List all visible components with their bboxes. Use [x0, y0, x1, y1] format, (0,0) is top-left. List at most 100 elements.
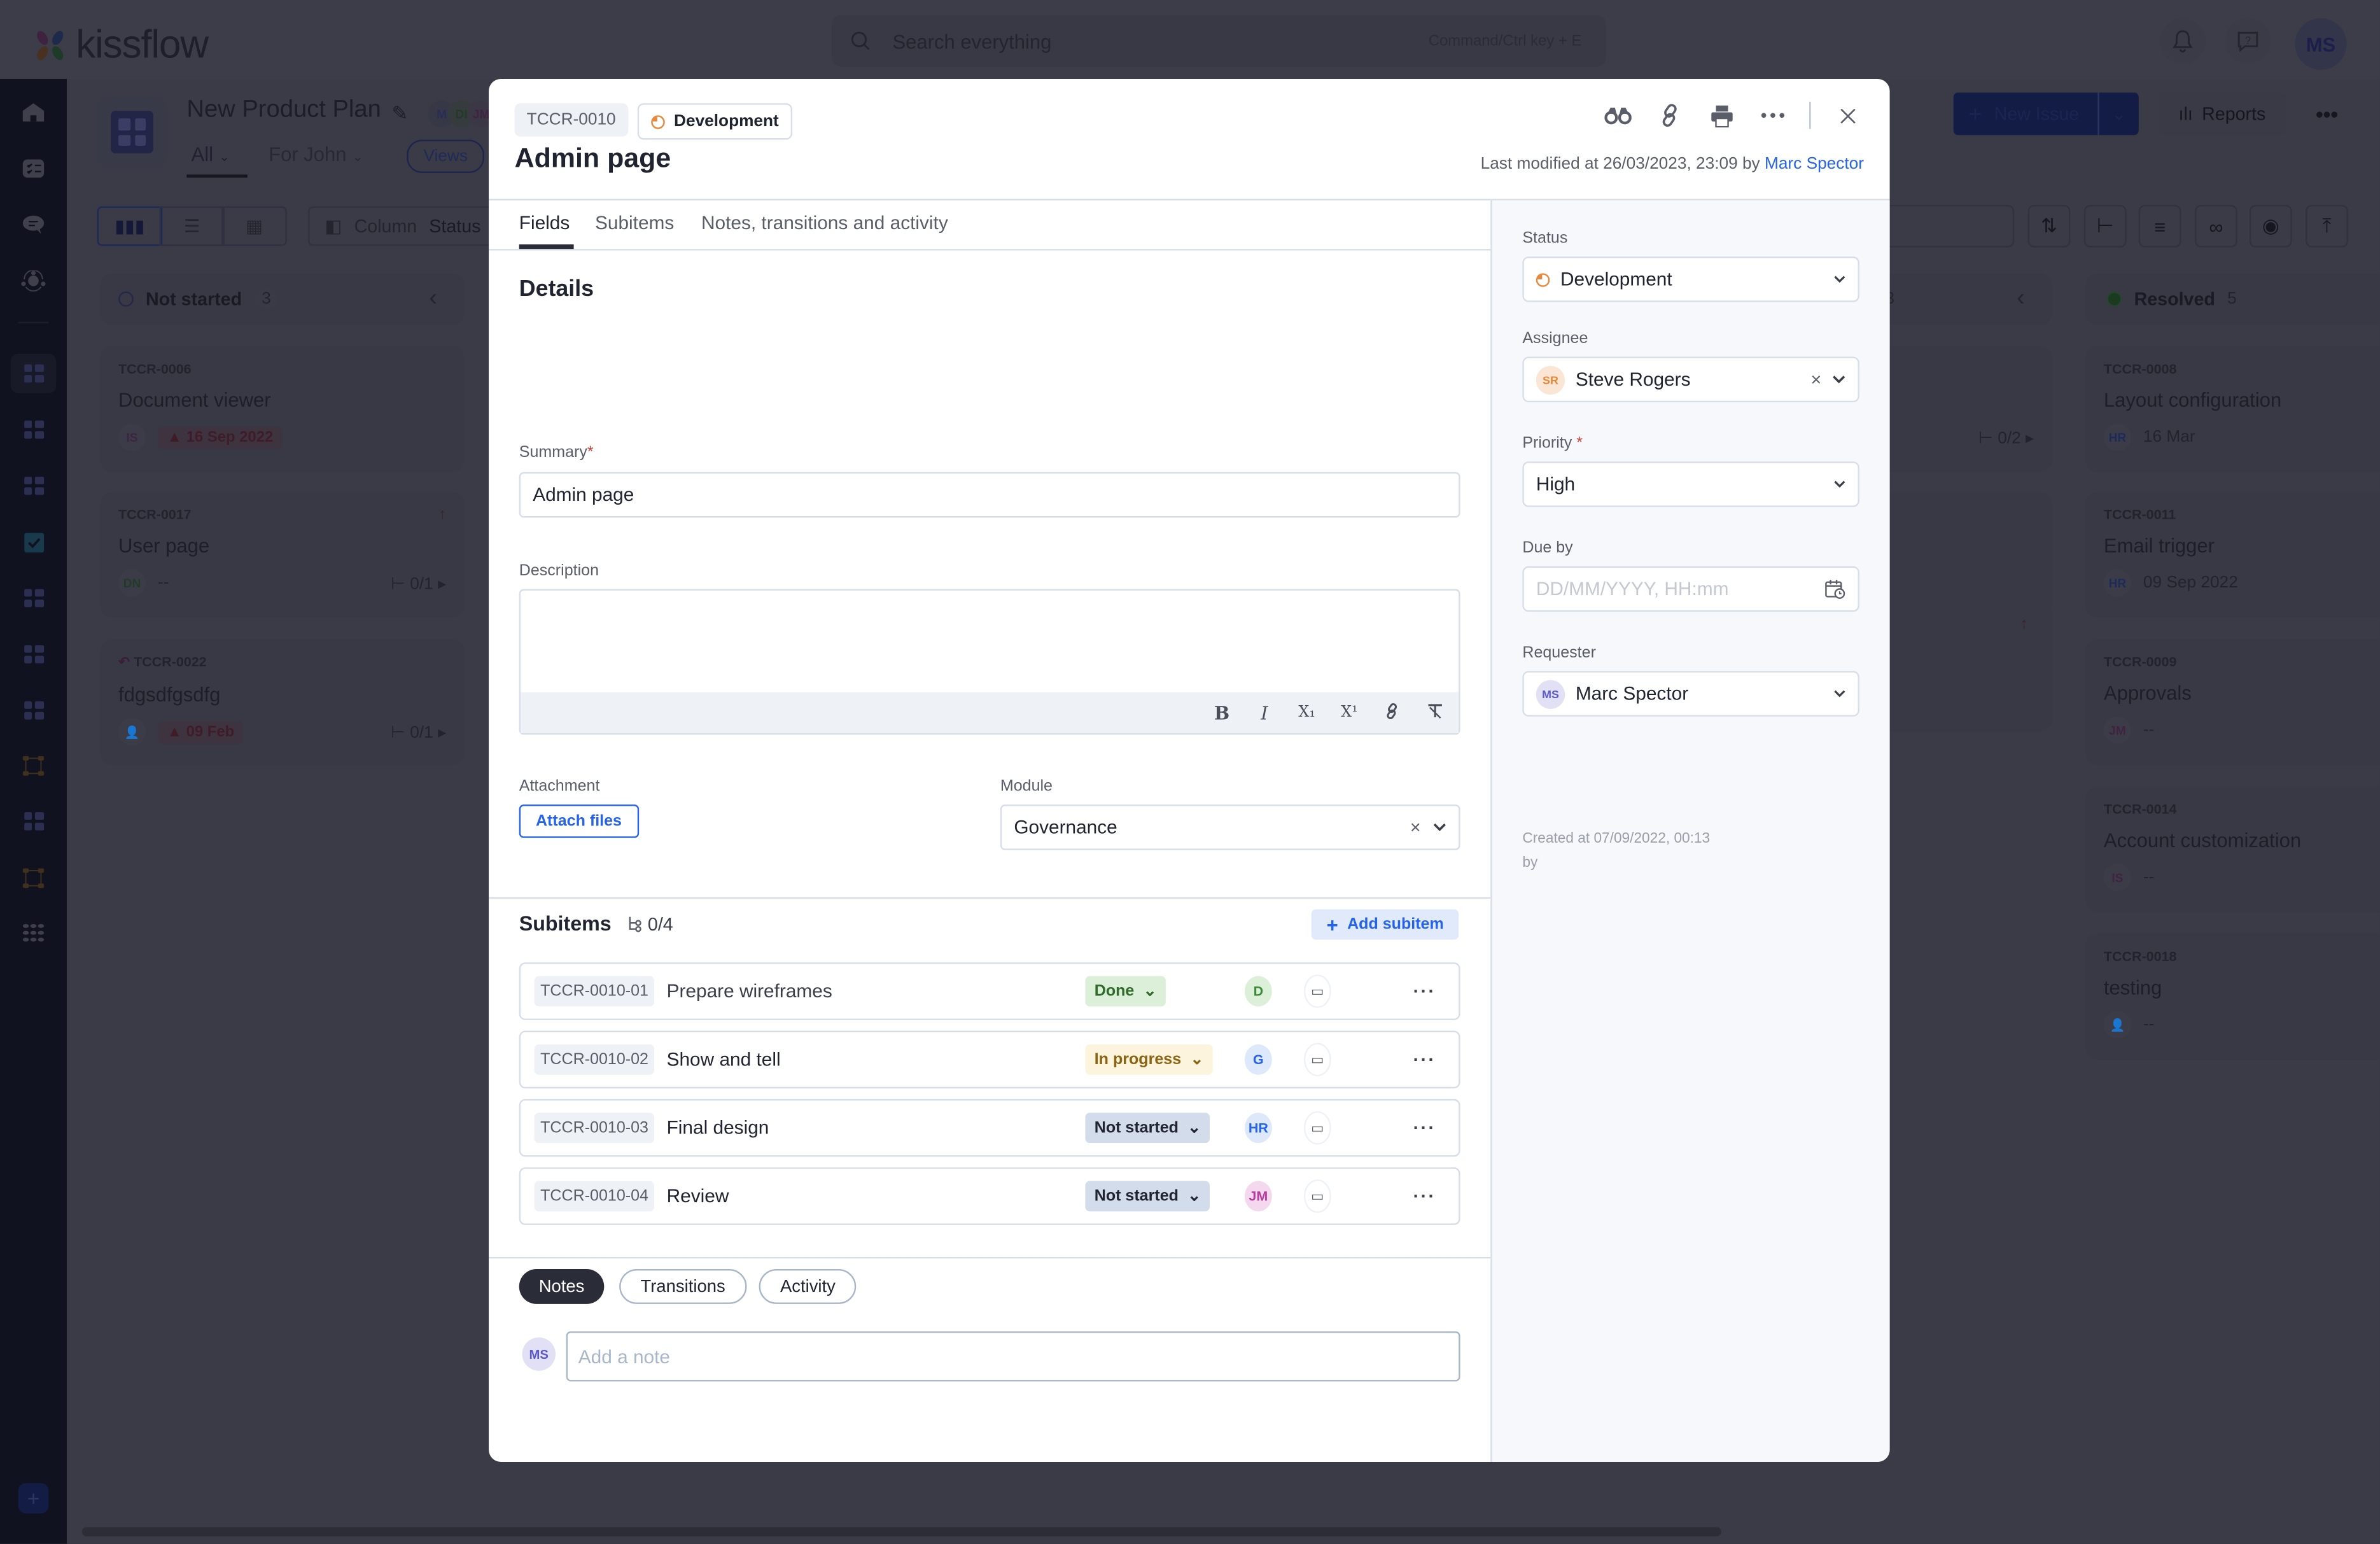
subitem-name[interactable]: Show and tell — [667, 1049, 781, 1070]
subitem-due-button[interactable]: ▭ — [1303, 1179, 1331, 1213]
subitem-assignee-avatar[interactable]: JM — [1244, 1181, 1272, 1212]
sidebar-add-button[interactable]: + — [18, 1483, 49, 1514]
column-header[interactable]: Not started 3 ‹ — [100, 273, 465, 325]
calendar-clock-icon[interactable] — [1824, 579, 1845, 600]
kissflow-logo[interactable]: kissflow — [33, 21, 209, 68]
board-card[interactable]: ↶ TCCR-0022 fdgsdfgsdfg 👤 ▲ 09 Feb ⊢ 0/1 ▸ — [100, 639, 465, 766]
module-select[interactable]: Governance × — [1000, 804, 1460, 850]
reports-button[interactable]: ılı Reports — [2158, 92, 2286, 136]
board-card[interactable]: TCCR-0018 testing 👤 -- — [2085, 933, 2380, 1060]
new-issue-dropdown[interactable]: ⌄ — [2097, 92, 2138, 136]
close-modal-button[interactable] — [1832, 100, 1863, 130]
bold-button[interactable]: B — [1213, 702, 1231, 723]
collapse-icon[interactable]: ‹ — [2017, 285, 2025, 312]
subitem-row[interactable]: TCCR-0010-01 Prepare wireframes Done ⌄ D … — [519, 962, 1460, 1020]
subitem-more-button[interactable]: ··· — [1413, 981, 1436, 1002]
tab-subitems[interactable]: Subitems — [595, 213, 674, 234]
subitems-toggle-button[interactable]: ⊢ — [2083, 205, 2127, 248]
board-card[interactable]: TCCR-0006 Document viewer IS ▲ 16 Sep 202… — [100, 346, 465, 472]
status-select[interactable]: Development — [1522, 256, 1859, 302]
subitem-status-dropdown[interactable]: Not started ⌄ — [1085, 1112, 1210, 1144]
insert-link-button[interactable] — [1383, 702, 1401, 723]
copy-link-button[interactable] — [1655, 100, 1685, 130]
clear-icon[interactable]: × — [1811, 369, 1822, 390]
export-button[interactable]: ⤒ — [2306, 205, 2348, 248]
sidebar-item-checklist[interactable] — [15, 524, 52, 560]
sidebar-item-all-apps[interactable] — [15, 914, 52, 950]
tab-all[interactable]: All ⌄ — [192, 143, 230, 165]
views-button[interactable]: Views — [407, 139, 485, 173]
attach-files-button[interactable]: Attach files — [519, 804, 639, 838]
sidebar-item-board[interactable] — [15, 411, 52, 447]
transitions-tab[interactable]: Transitions — [619, 1269, 747, 1304]
sidebar-item-community[interactable] — [15, 263, 52, 299]
view-list-button[interactable]: ☰ — [159, 206, 225, 246]
subitem-status-dropdown[interactable]: Done ⌄ — [1085, 976, 1166, 1007]
find-button[interactable] — [1603, 100, 1634, 130]
subitem-assignee-avatar[interactable]: G — [1244, 1044, 1272, 1075]
subitem-name[interactable]: Prepare wireframes — [667, 981, 832, 1002]
subitem-row[interactable]: TCCR-0010-04 Review Not started ⌄ JM ▭ ··… — [519, 1167, 1460, 1225]
sidebar-item-board[interactable] — [15, 636, 52, 672]
priority-select[interactable]: High — [1522, 461, 1859, 507]
collapse-icon[interactable]: ‹ — [429, 285, 437, 312]
column-selector[interactable]: ◧ Column Status — [308, 206, 498, 246]
due-by-input[interactable]: DD/MM/YYYY, HH:mm — [1522, 566, 1859, 612]
sidebar-item-tasks[interactable] — [15, 150, 52, 186]
assignee-select[interactable]: SR Steve Rogers × — [1522, 356, 1859, 403]
subitem-more-button[interactable]: ··· — [1413, 1049, 1436, 1070]
subitem-row[interactable]: TCCR-0010-02 Show and tell In progress ⌄ … — [519, 1030, 1460, 1089]
global-search[interactable]: Search everything Command/Ctrl key + E — [832, 15, 1606, 67]
subitem-assignee-avatar[interactable]: D — [1244, 976, 1272, 1007]
last-modified-user-link[interactable]: Marc Spector — [1765, 155, 1864, 173]
subitem-status-dropdown[interactable]: Not started ⌄ — [1085, 1181, 1210, 1212]
subitem-due-button[interactable]: ▭ — [1303, 974, 1331, 1008]
user-avatar[interactable]: MS — [2295, 18, 2347, 70]
board-members[interactable]: M DI JM — [428, 100, 495, 128]
board-more-button[interactable]: ••• — [2304, 92, 2350, 135]
subitem-due-button[interactable]: ▭ — [1303, 1111, 1331, 1145]
sidebar-item-process[interactable] — [15, 747, 52, 783]
tab-notes-transitions-activity[interactable]: Notes, transitions and activity — [701, 213, 948, 234]
board-card[interactable]: TCCR-0009 Approvals JM -- — [2085, 639, 2380, 766]
activity-tab[interactable]: Activity — [759, 1269, 857, 1304]
subscript-button[interactable]: X₁ — [1298, 705, 1316, 721]
sidebar-item-chat[interactable] — [15, 206, 52, 242]
new-issue-button[interactable]: + New Issue ⌄ — [1953, 92, 2139, 136]
horizontal-scrollbar[interactable] — [81, 1527, 1721, 1536]
board-card[interactable]: TCCR-0011 Email trigger HR 09 Sep 2022 — [2085, 491, 2380, 618]
column-header[interactable]: Resolved 5 — [2085, 273, 2380, 325]
sidebar-item-process[interactable] — [15, 859, 52, 895]
filter-button[interactable]: ≡ — [2138, 205, 2181, 248]
view-grid-button[interactable]: ▦ — [221, 206, 287, 246]
pin-icon[interactable]: ✎ — [391, 102, 408, 126]
subitem-name[interactable]: Final design — [667, 1118, 769, 1139]
summary-input[interactable]: Admin page — [519, 472, 1460, 518]
board-card[interactable]: TCCR-0017 ↑ User page DN -- ⊢ 0/1 ▸ — [100, 491, 465, 618]
board-card[interactable]: TCCR-0008 Layout configuration HR 16 Mar — [2085, 346, 2380, 472]
tab-for-john[interactable]: For John ⌄ — [269, 143, 363, 165]
add-subitem-button[interactable]: + Add subitem — [1311, 909, 1459, 940]
superscript-button[interactable]: X¹ — [1340, 705, 1359, 721]
board-search-input[interactable] — [1882, 205, 2015, 248]
notes-tab[interactable]: Notes — [519, 1269, 605, 1304]
clear-icon[interactable]: × — [1410, 817, 1421, 838]
sidebar-item-board[interactable] — [15, 468, 52, 504]
subitem-row[interactable]: TCCR-0010-03 Final design Not started ⌄ H… — [519, 1098, 1460, 1157]
description-editor[interactable]: B I X₁ X¹ — [519, 589, 1460, 735]
subitem-due-button[interactable]: ▭ — [1303, 1042, 1331, 1077]
find-button[interactable]: ∞ — [2194, 205, 2237, 248]
notifications-button[interactable] — [2160, 18, 2206, 64]
subitem-status-dropdown[interactable]: In progress ⌄ — [1085, 1044, 1213, 1075]
status-chip[interactable]: Development — [637, 103, 793, 140]
chevron-down-icon[interactable] — [1433, 823, 1446, 832]
print-button[interactable] — [1706, 100, 1737, 130]
add-note-input[interactable]: Add a note — [566, 1331, 1460, 1382]
subitem-more-button[interactable]: ··· — [1413, 1186, 1436, 1207]
more-options-button[interactable] — [1758, 100, 1788, 130]
view-kanban-button[interactable]: ▮▮▮ — [97, 206, 163, 246]
sidebar-item-board[interactable] — [15, 692, 52, 729]
requester-select[interactable]: MS Marc Spector — [1522, 671, 1859, 717]
sidebar-item-board[interactable] — [15, 803, 52, 839]
sort-button[interactable]: ⇅ — [2027, 205, 2071, 248]
